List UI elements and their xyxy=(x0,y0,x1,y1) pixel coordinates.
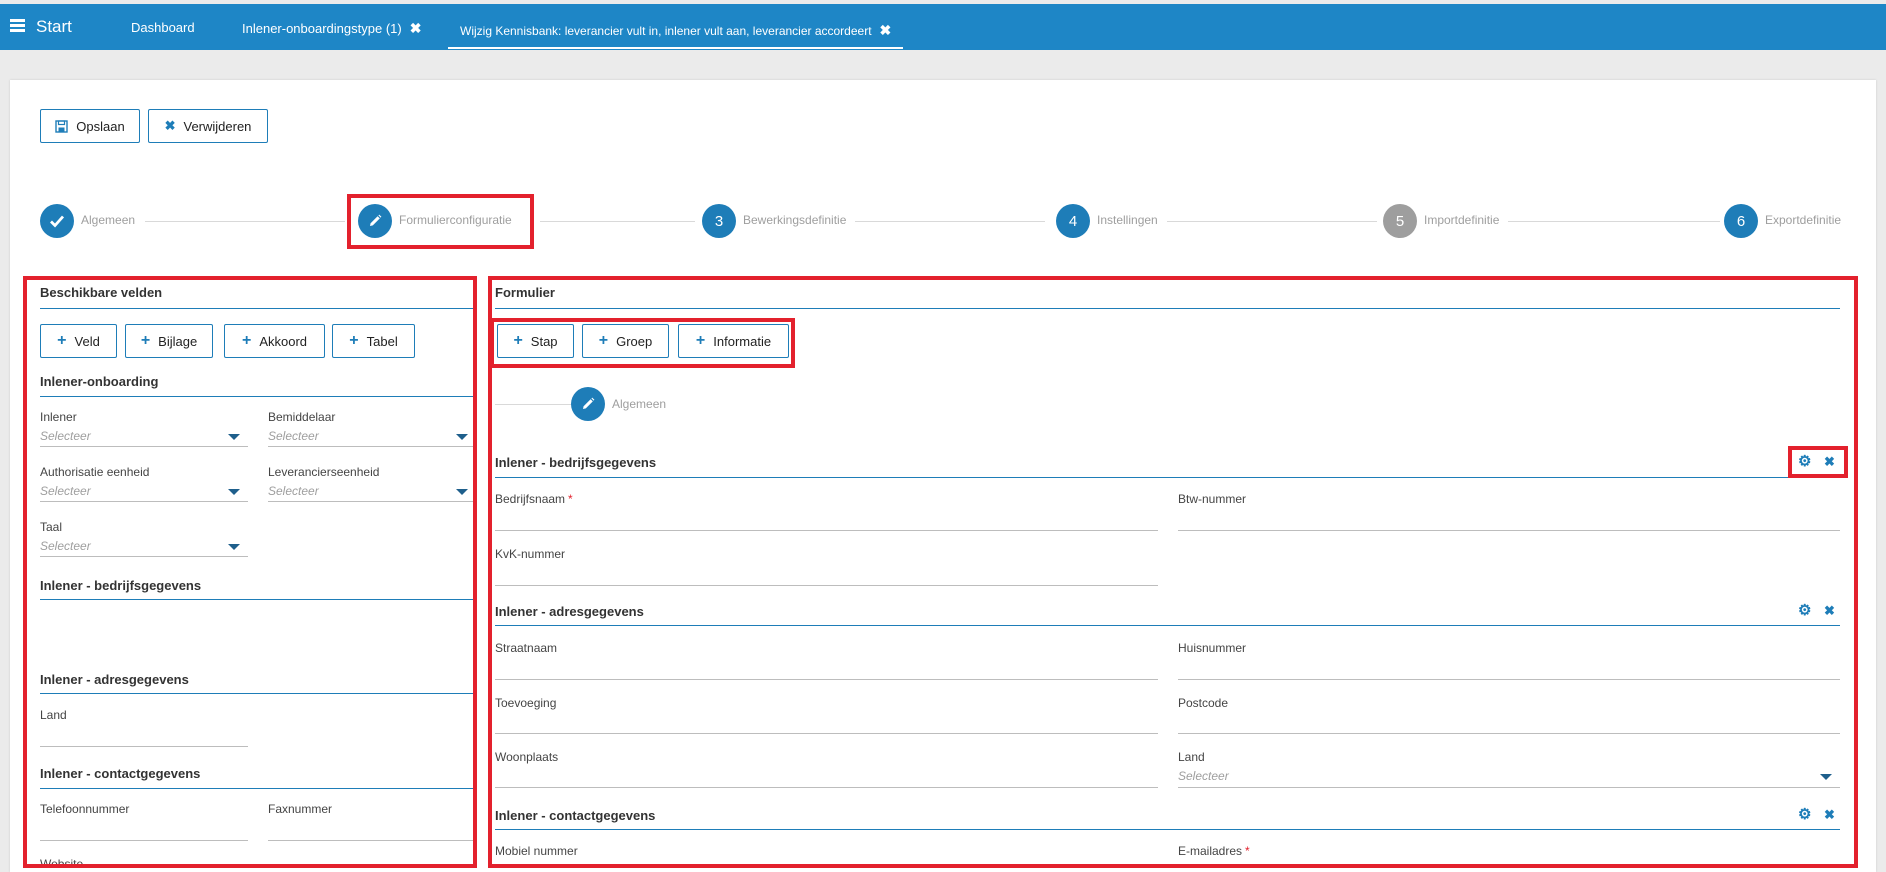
highlight-group-tools xyxy=(1788,446,1848,478)
check-icon xyxy=(50,215,65,228)
step-label: Instellingen xyxy=(1097,213,1158,227)
highlight-form-buttons xyxy=(490,318,795,368)
step-number: 3 xyxy=(714,212,724,230)
step-bewerkingsdefinitie[interactable]: 3 xyxy=(702,204,736,238)
step-label: Importdefinitie xyxy=(1424,213,1500,227)
step-connector xyxy=(1508,221,1720,222)
step-connector xyxy=(855,221,1045,222)
menu-icon[interactable] xyxy=(10,19,25,33)
tab-wijzig-kennisbank[interactable]: Wijzig Kennisbank: leverancier vult in, … xyxy=(448,22,904,49)
start-link[interactable]: Start xyxy=(36,17,72,37)
highlight-step xyxy=(347,194,534,249)
close-icon: ✖ xyxy=(164,118,176,133)
top-navigation-bar: Start Dashboard Inlener-onboardingstype … xyxy=(0,4,1886,50)
step-instellingen[interactable]: 4 xyxy=(1056,204,1090,238)
step-label: Algemeen xyxy=(81,213,136,227)
step-number: 4 xyxy=(1068,212,1078,230)
step-number: 6 xyxy=(1736,212,1746,230)
tab-label: Dashboard xyxy=(131,20,195,35)
save-icon xyxy=(55,119,68,133)
tab-dashboard[interactable]: Dashboard xyxy=(131,20,195,35)
delete-label: Verwijderen xyxy=(183,118,252,134)
step-algemeen[interactable] xyxy=(40,204,74,238)
step-exportdefinitie[interactable]: 6 xyxy=(1724,204,1758,238)
step-number: 5 xyxy=(1395,212,1405,230)
tab-label: Inlener-onboardingstype (1) xyxy=(242,21,402,36)
tab-onboardingstype[interactable]: Inlener-onboardingstype (1) ✖ xyxy=(242,20,421,37)
save-label: Opslaan xyxy=(76,118,125,134)
highlight-available-fields xyxy=(23,276,477,868)
tab-label: Wijzig Kennisbank: leverancier vult in, … xyxy=(460,24,872,38)
step-label: Bewerkingsdefinitie xyxy=(743,213,847,227)
step-connector xyxy=(1167,221,1377,222)
save-button[interactable]: Opslaan xyxy=(40,109,140,143)
step-label: Exportdefinitie xyxy=(1765,213,1842,227)
step-connector xyxy=(540,221,695,222)
close-icon[interactable]: ✖ xyxy=(410,20,422,37)
step-importdefinitie[interactable]: 5 xyxy=(1383,204,1417,238)
delete-button[interactable]: ✖ Verwijderen xyxy=(148,109,268,143)
step-connector xyxy=(145,221,345,222)
close-icon[interactable]: ✖ xyxy=(880,22,892,39)
